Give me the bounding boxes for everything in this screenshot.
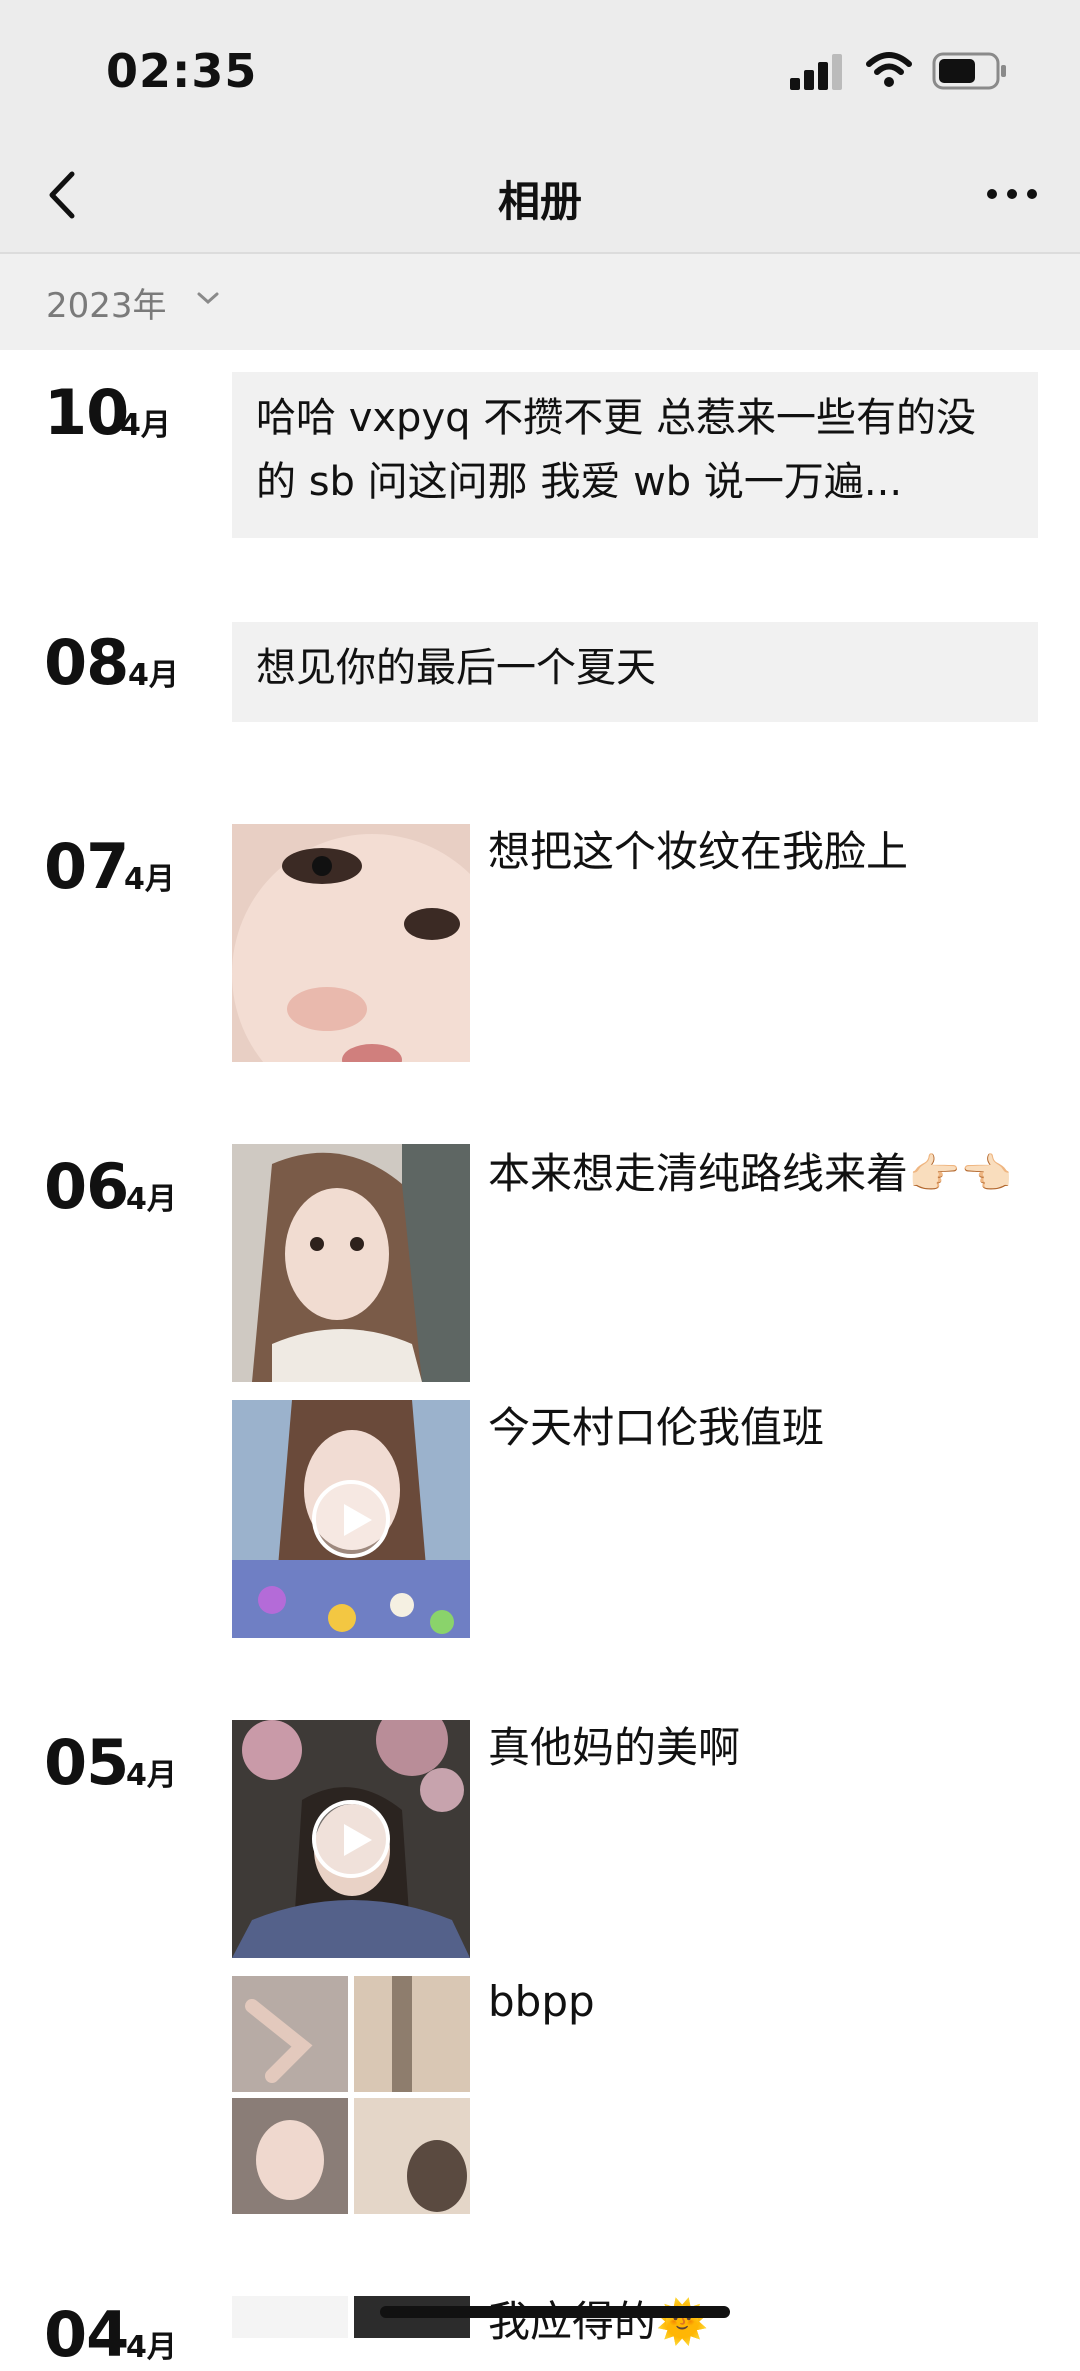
entry-day: 08 [44,626,129,699]
post-caption[interactable]: 想把这个妆纹在我脸上 [488,820,1028,884]
home-indicator[interactable] [380,2306,730,2318]
text-post[interactable]: 想见你的最后一个夏天 [232,622,1038,722]
post-caption[interactable]: 我应得的🌞 [488,2290,1028,2354]
year-filter[interactable]: 2023年 [0,254,1080,350]
entry-month: 4月 [126,2330,177,2365]
play-icon[interactable] [312,1800,390,1878]
entry-day: 10 [44,376,129,449]
entry-month: 4月 [126,1182,177,1217]
year-label[interactable]: 2023年 [46,278,167,327]
post-caption[interactable]: 真他妈的美啊 [488,1716,1028,1780]
entry-day: 07 [44,830,129,903]
photo-thumbnail[interactable] [232,824,470,1062]
post-caption[interactable]: 本来想走清纯路线来着👉🏻👈🏻 [488,1142,1028,1206]
wifi-icon [866,52,912,87]
status-bar: 02:35 [0,0,1080,140]
photo-thumbnail[interactable] [232,1144,470,1382]
entry-month: 4月 [124,862,175,897]
entry-month: 4月 [128,658,179,693]
video-thumbnail[interactable] [232,1720,470,1958]
entry-month: 4月 [126,1758,177,1793]
post-caption[interactable]: 今天村口伦我值班 [488,1396,1028,1460]
cellular-signal-icon [790,54,842,90]
entry-day: 06 [44,1150,129,1223]
battery-icon [932,52,1006,90]
play-icon[interactable] [312,1480,390,1558]
status-time: 02:35 [106,44,258,98]
text-post[interactable]: 哈哈 vxpyq 不攒不更 总惹来一些有的没的 sb 问这问那 我爱 wb 说一… [232,372,1038,538]
entry-day: 05 [44,1726,129,1799]
entry-month: 4月 [120,408,171,443]
video-thumbnail[interactable] [232,1400,470,1638]
nav-bar: 相册 [0,140,1080,254]
more-options-icon[interactable] [984,174,1040,214]
chevron-down-icon[interactable] [196,288,220,308]
page-title: 相册 [497,177,582,226]
entry-day: 04 [44,2298,129,2371]
photo-grid-thumbnail[interactable] [232,1976,470,2214]
post-caption[interactable]: bbpp [488,1970,1028,2034]
